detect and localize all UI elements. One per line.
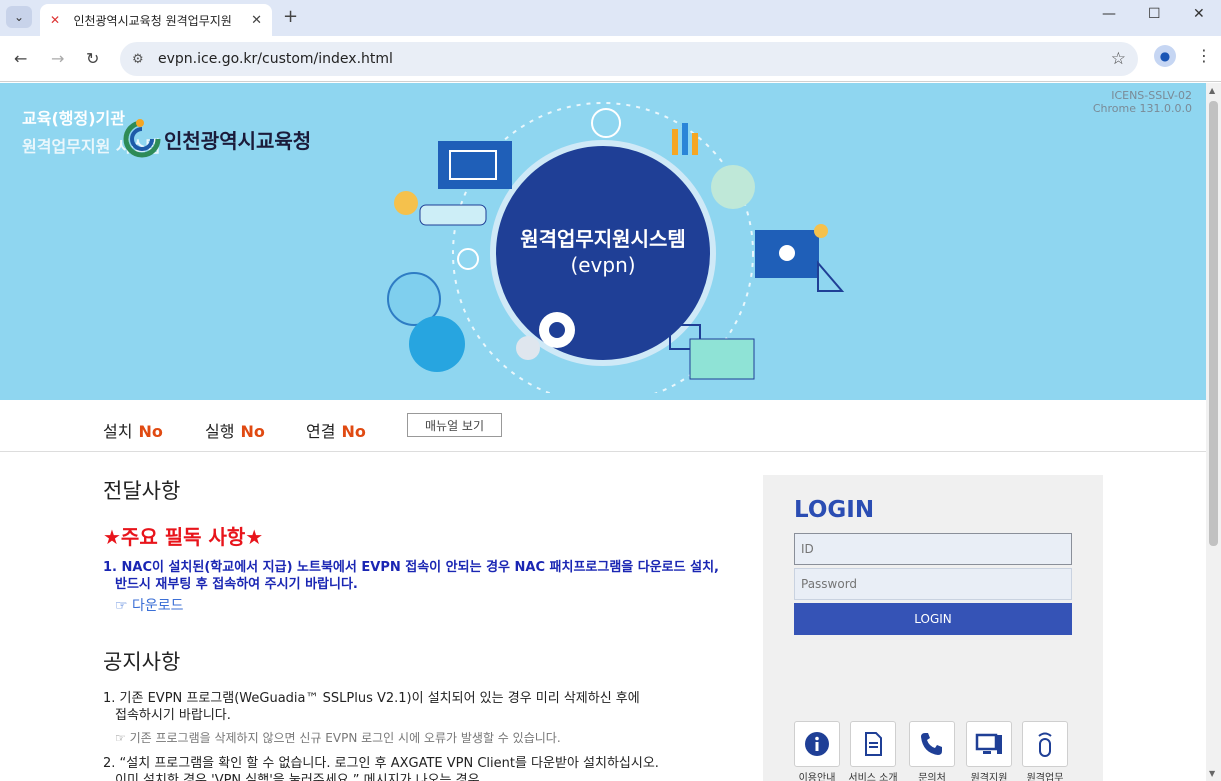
web-page: 교육(행정)기관 원격업무지원 시스템 인천광역시교육청 ICENS-SSLV-… — [0, 83, 1221, 781]
login-button[interactable]: LOGIN — [794, 603, 1072, 635]
maximize-icon[interactable]: ☐ — [1148, 6, 1161, 22]
notice-item-1-line-2: 접속하시기 바랍니다. — [115, 708, 231, 723]
contact-label: 문의처 — [918, 773, 946, 781]
usage-guide-button[interactable] — [794, 721, 840, 767]
site-info-icon[interactable]: ⚙ — [132, 52, 154, 67]
back-icon[interactable]: ← — [14, 49, 27, 68]
organization-name: 인천광역시교육청 — [164, 129, 312, 153]
install-status-bar: 설치 No 실행 No 연결 No 매뉴얼 보기 — [0, 400, 1206, 452]
banner-subtitle-1: 교육(행정)기관 — [22, 109, 125, 128]
forward-icon[interactable]: → — [51, 49, 64, 68]
important-notice-title: ★주요 필독 사항★ — [103, 525, 264, 549]
system-subtitle: (evpn) — [570, 253, 636, 277]
bookmark-star-icon[interactable]: ☆ — [1111, 49, 1126, 69]
window-close-icon[interactable]: ✕ — [1193, 6, 1205, 22]
version-line-1: ICENS-SSLV-02 — [1111, 89, 1192, 102]
notice-item-1: 1. 기존 EVPN 프로그램(WeGuadia™ SSLPlus V2.1)이… — [103, 690, 703, 724]
tab-title: 인천광역시교육청 원격업무지원 — [73, 13, 232, 28]
reload-icon[interactable]: ↻ — [86, 49, 99, 68]
profile-avatar[interactable]: ● — [1154, 45, 1176, 67]
person-icon: ● — [1159, 49, 1171, 63]
address-url[interactable]: evpn.ice.go.kr/custom/index.html — [158, 51, 393, 67]
remote-support-label: 원격지원 — [970, 773, 1008, 781]
password-input[interactable] — [794, 568, 1072, 600]
nac-line-1: 1. NAC이 설치된(학교에서 지급) 노트북에서 EVPN 접속이 안되는 … — [103, 560, 719, 575]
notice-item-2-line-2: 이미 설치한 경우 'VPN 실행'을 눌러주세요.” 메시지가 나오는 경우 — [115, 773, 480, 781]
scroll-thumb[interactable] — [1209, 101, 1218, 546]
version-info: ICENS-SSLV-02 Chrome 131.0.0.0 — [1093, 89, 1192, 115]
connect-value: No — [341, 422, 366, 441]
notice-item-2: 2. “설치 프로그램을 확인 할 수 없습니다. 로그인 후 AXGATE V… — [103, 755, 743, 781]
version-line-2: Chrome 131.0.0.0 — [1092, 102, 1192, 115]
address-bar[interactable]: ⚙ evpn.ice.go.kr/custom/index.html ☆ — [120, 42, 1138, 76]
keypad-phone-icon — [921, 733, 942, 755]
new-tab-button[interactable]: + — [283, 6, 298, 27]
nac-notice: 1. NAC이 설치된(학교에서 지급) 노트북에서 EVPN 접속이 안되는 … — [103, 559, 723, 593]
login-panel: LOGIN LOGIN 이용안내 서비스 소개 문의처 원격지원 — [763, 475, 1103, 781]
hero-banner: 교육(행정)기관 원격업무지원 시스템 인천광역시교육청 ICENS-SSLV-… — [0, 83, 1206, 400]
connect-status: 연결 No — [306, 418, 366, 442]
delivery-heading: 전달사항 — [103, 479, 181, 503]
remote-work-button[interactable] — [1022, 721, 1068, 767]
notice-heading: 공지사항 — [103, 650, 181, 674]
nac-line-2: 반드시 재부팅 후 접속하여 주시기 바랍니다. — [115, 577, 358, 592]
notice-item-2-line-1: 2. “설치 프로그램을 확인 할 수 없습니다. 로그인 후 AXGATE V… — [103, 756, 659, 771]
page-scrollbar[interactable]: ▲ ▼ — [1206, 83, 1221, 781]
browser-toolbar: ← → ↻ ⚙ evpn.ice.go.kr/custom/index.html… — [0, 36, 1221, 82]
run-value: No — [240, 422, 265, 441]
system-title: 원격업무지원시스템 — [520, 227, 686, 251]
manual-view-button[interactable]: 매뉴얼 보기 — [407, 413, 502, 437]
remote-support-button[interactable] — [966, 721, 1012, 767]
monitor-icon — [975, 733, 1002, 754]
notice-item-1-line-1: 1. 기존 EVPN 프로그램(WeGuadia™ SSLPlus V2.1)이… — [103, 691, 640, 706]
run-status: 실행 No — [205, 418, 265, 442]
minimize-icon[interactable]: — — [1102, 6, 1116, 22]
browser-tab[interactable]: ✕ 인천광역시교육청 원격업무지원 ✕ — [40, 4, 272, 36]
chevron-down-icon: ⌄ — [13, 10, 25, 24]
usage-guide-label: 이용안내 — [798, 773, 836, 781]
run-label: 실행 — [205, 422, 235, 441]
login-title: LOGIN — [794, 497, 875, 523]
close-tab-icon[interactable]: ✕ — [251, 13, 262, 28]
id-input[interactable] — [794, 533, 1072, 565]
service-intro-label: 서비스 소개 — [848, 773, 898, 781]
favicon-icon: ✕ — [50, 13, 61, 27]
remote-work-label: 원격업무 — [1026, 773, 1064, 781]
install-status: 설치 No — [103, 418, 163, 442]
main-content: 전달사항 ★주요 필독 사항★ 1. NAC이 설치된(학교에서 지급) 노트북… — [0, 453, 1206, 781]
notice-item-1-sub: ☞ 기존 프로그램을 삭제하지 않으면 신규 EVPN 로그인 시에 오류가 발… — [115, 731, 561, 745]
download-link[interactable]: ☞ 다운로드 — [115, 595, 184, 615]
document-icon — [865, 732, 882, 756]
info-icon — [805, 732, 829, 756]
education-office-logo — [123, 119, 161, 158]
tab-search-button[interactable]: ⌄ — [6, 6, 32, 28]
service-intro-button[interactable] — [850, 721, 896, 767]
contact-button[interactable] — [909, 721, 955, 767]
scroll-up-icon[interactable]: ▲ — [1209, 86, 1215, 95]
install-value: No — [138, 422, 163, 441]
install-label: 설치 — [103, 422, 133, 441]
scroll-down-icon[interactable]: ▼ — [1209, 769, 1215, 778]
browser-tabstrip: ⌄ ✕ 인천광역시교육청 원격업무지원 ✕ + — ☐ ✕ — [0, 0, 1221, 36]
usb-key-icon — [1038, 732, 1052, 757]
connect-label: 연결 — [306, 422, 336, 441]
menu-kebab-icon[interactable]: ⋮ — [1196, 46, 1212, 65]
